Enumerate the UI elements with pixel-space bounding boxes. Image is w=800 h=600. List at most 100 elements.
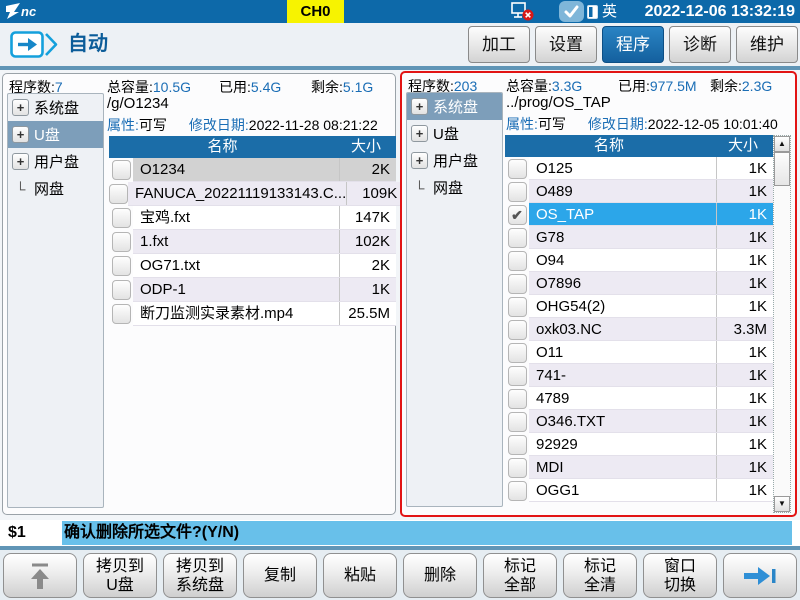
tree-item-网盘[interactable]: └网盘 [407,174,502,201]
row-checkbox[interactable] [508,458,527,478]
tab-设置[interactable]: 设置 [535,26,597,63]
scrollbar-track[interactable] [774,186,790,496]
brand-logo-icon: nc [5,3,59,20]
table-row[interactable]: 741-1K [505,364,773,387]
file-name: O7896 [529,272,717,294]
tree-item-网盘[interactable]: └网盘 [8,175,103,202]
expand-icon[interactable]: + [411,125,428,142]
tab-加工[interactable]: 加工 [468,26,530,63]
file-size: 1K [717,459,773,476]
stat-value: 977.5M [650,78,697,94]
row-checkbox[interactable] [112,256,131,276]
table-row[interactable]: 1.fxt102K [109,230,396,254]
row-checkbox[interactable] [508,182,527,202]
row-checkbox[interactable] [112,232,131,252]
stat-label: 总容量: [107,79,153,95]
checkbox-cell [505,182,529,202]
stat-label: 剩余: [311,79,343,95]
row-content: O78961K [529,272,773,295]
row-checkbox[interactable] [508,481,527,501]
row-checkbox[interactable] [508,389,527,409]
softkey-窗口切换[interactable]: 窗口切换 [643,553,717,598]
row-checkbox[interactable] [508,320,527,340]
tree-item-用户盘[interactable]: +用户盘 [407,147,502,174]
scrollbar[interactable]: ▲ ▼ [773,135,791,513]
row-content: G781K [529,226,773,249]
table-row[interactable]: 47891K [505,387,773,410]
table-row[interactable]: MDI1K [505,456,773,479]
row-checkbox[interactable] [109,184,128,204]
scroll-down-button[interactable]: ▼ [774,496,790,512]
table-row[interactable]: G781K [505,226,773,249]
expand-icon[interactable]: + [12,126,29,143]
table-row[interactable]: OG71.txt2K [109,254,396,278]
expand-icon[interactable]: + [12,99,29,116]
softkey-标记全部[interactable]: 标记全部 [483,553,557,598]
scrollbar-thumb[interactable] [774,152,790,186]
file-size: 102K [340,233,396,250]
expand-icon[interactable]: + [12,153,29,170]
table-row[interactable]: O12342K [109,158,396,182]
row-checkbox[interactable] [508,343,527,363]
row-checkbox[interactable] [508,159,527,179]
row-content: OHG54(2)1K [529,295,773,318]
softkey-粘贴[interactable]: 粘贴 [323,553,397,598]
stat-label: 剩余: [710,78,742,94]
row-checkbox[interactable] [508,297,527,317]
tab-维护[interactable]: 维护 [736,26,798,63]
tab-诊断[interactable]: 诊断 [669,26,731,63]
table-row[interactable]: O111K [505,341,773,364]
tree-item-label: 系统盘 [433,96,478,117]
table-row[interactable]: ✔OS_TAP1K [505,203,773,226]
expand-icon[interactable]: + [411,152,428,169]
row-checkbox[interactable] [112,280,131,300]
table-row[interactable]: 宝鸡.fxt147K [109,206,396,230]
table-row[interactable]: OHG54(2)1K [505,295,773,318]
tree-item-label: U盘 [34,124,60,145]
table-row[interactable]: O4891K [505,180,773,203]
channel-badge: CH0 [287,0,344,23]
row-checkbox[interactable] [508,412,527,432]
tree-item-U盘[interactable]: + U盘 [8,121,103,148]
softkey-next[interactable] [723,553,797,598]
table-row[interactable]: O941K [505,249,773,272]
checkbox-cell [109,280,133,300]
checkbox-cell [109,256,133,276]
row-checkbox[interactable] [112,304,131,324]
row-checkbox[interactable] [112,208,131,228]
table-row[interactable]: O1251K [505,157,773,180]
table-row[interactable]: FANUCA_20221119133143.C...109K [109,182,396,206]
table-row[interactable]: 断刀监测实录素材.mp425.5M [109,302,396,326]
expand-icon[interactable]: + [411,98,428,115]
row-checkbox[interactable] [508,251,527,271]
row-checkbox[interactable] [508,435,527,455]
table-row[interactable]: ODP-11K [109,278,396,302]
tree-item-系统盘[interactable]: +系统盘 [8,94,103,121]
row-checkbox[interactable] [112,160,131,180]
row-checkbox[interactable] [508,366,527,386]
table-row[interactable]: 929291K [505,433,773,456]
file-size: 1K [717,229,773,246]
softkey-up[interactable] [3,553,77,598]
column-header-size: 大小 [336,136,396,158]
softkey-标记全清[interactable]: 标记全清 [563,553,637,598]
row-content: 断刀监测实录素材.mp425.5M [133,302,396,326]
tab-程序[interactable]: 程序 [602,26,664,63]
row-checkbox[interactable] [508,274,527,294]
row-checkbox[interactable] [508,228,527,248]
tree-item-系统盘[interactable]: + 系统盘 [407,93,502,120]
stat-value: 5.4G [251,79,281,95]
tree-item-U盘[interactable]: +U盘 [407,120,502,147]
scroll-up-button[interactable]: ▲ [774,136,790,152]
softkey-复制[interactable]: 复制 [243,553,317,598]
table-row[interactable]: O346.TXT1K [505,410,773,433]
softkey-删除[interactable]: 删除 [403,553,477,598]
table-row[interactable]: OGG11K [505,479,773,502]
row-content: O111K [529,341,773,364]
row-checkbox[interactable]: ✔ [508,205,527,225]
softkey-拷贝到系统盘[interactable]: 拷贝到系统盘 [163,553,237,598]
tree-item-用户盘[interactable]: +用户盘 [8,148,103,175]
table-row[interactable]: O78961K [505,272,773,295]
table-row[interactable]: oxk03.NC3.3M [505,318,773,341]
softkey-拷贝到U盘[interactable]: 拷贝到U盘 [83,553,157,598]
